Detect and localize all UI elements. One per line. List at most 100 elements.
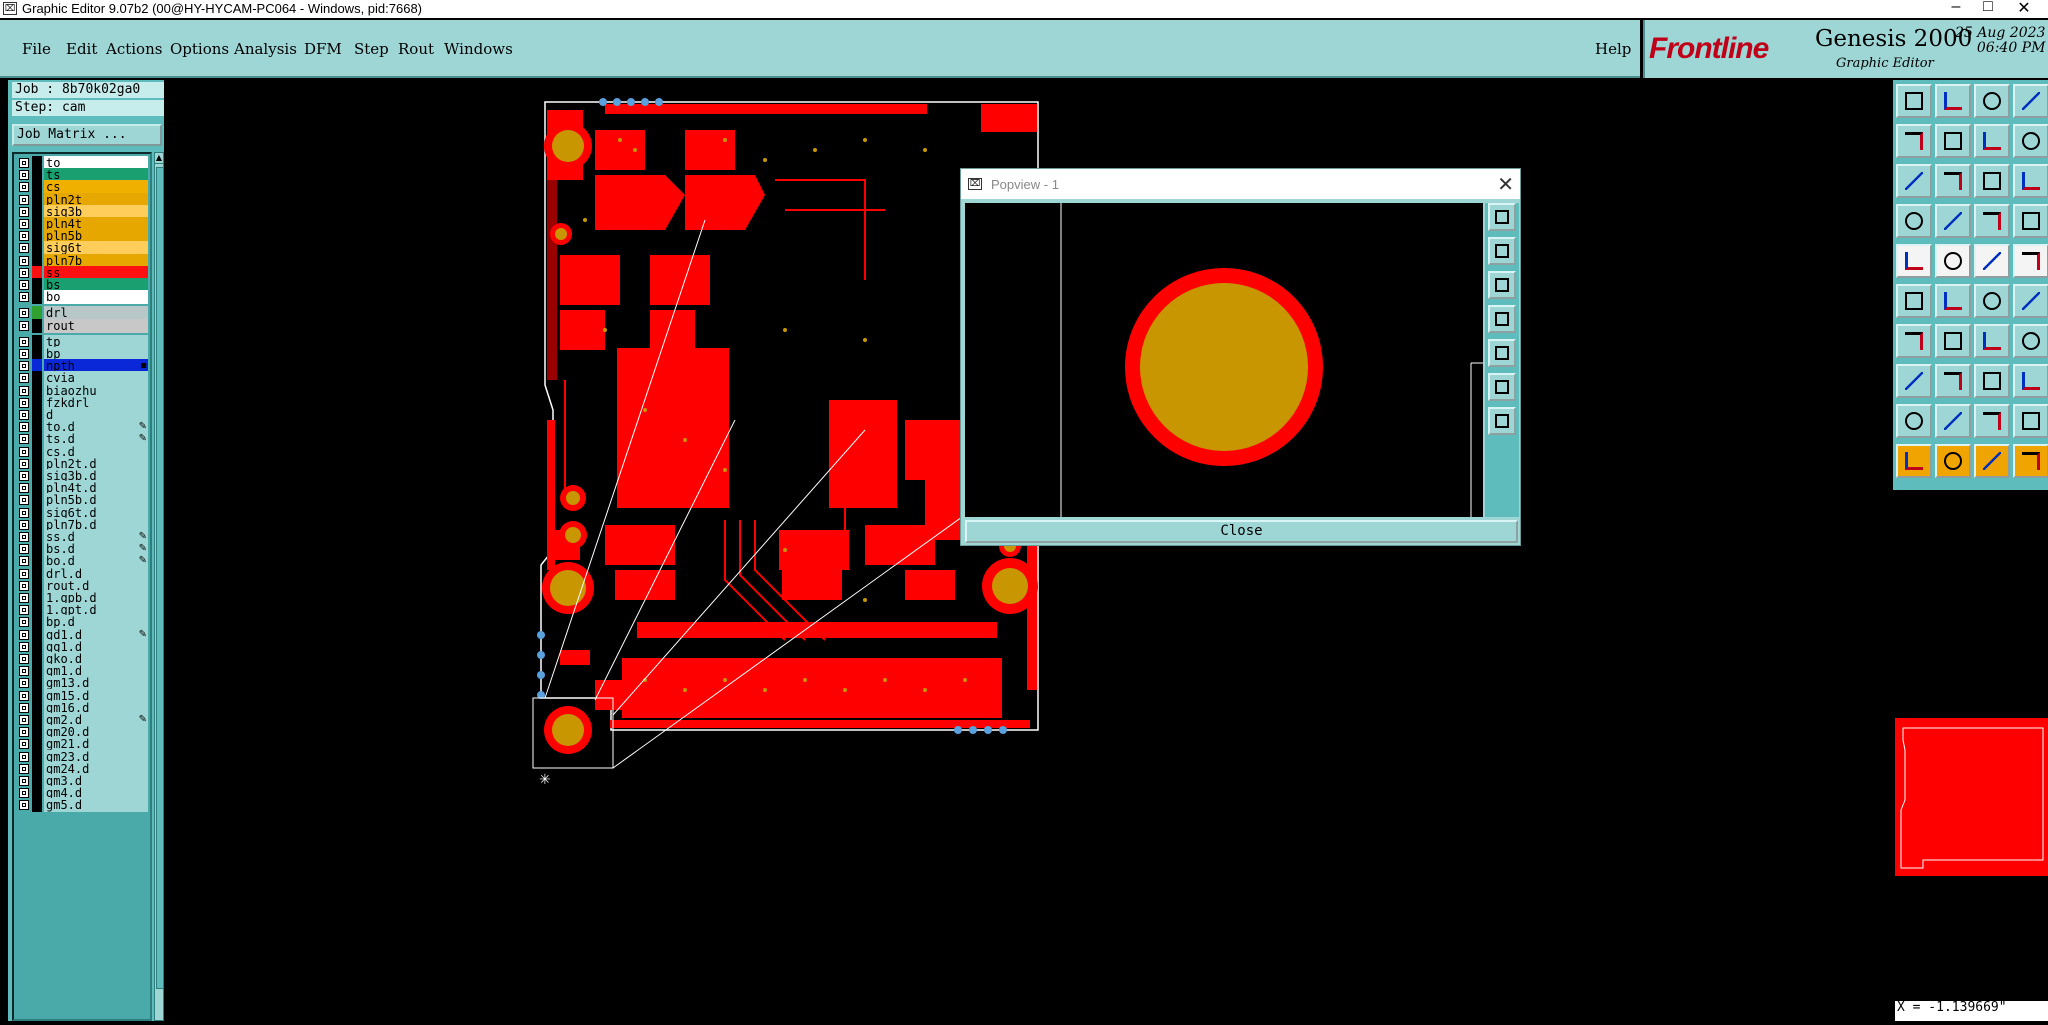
- layer-checkbox[interactable]: [19, 593, 29, 603]
- pan-right-tool[interactable]: [1935, 124, 1971, 158]
- layer-name[interactable]: rout: [44, 318, 148, 333]
- layer-checkbox[interactable]: [19, 715, 29, 725]
- layer-checkbox[interactable]: [19, 434, 29, 445]
- measure-tool[interactable]: [2013, 124, 2048, 158]
- layer-checkbox[interactable]: [19, 471, 29, 481]
- popview-tool-2[interactable]: [1488, 237, 1516, 265]
- help-tool[interactable]: [2013, 164, 2048, 198]
- home-tool[interactable]: [1974, 84, 2010, 118]
- layer-checkbox[interactable]: [19, 219, 29, 229]
- layer-checkbox[interactable]: [19, 373, 29, 384]
- popview-tool-6[interactable]: [1488, 373, 1516, 401]
- layer-checkbox[interactable]: [19, 568, 29, 579]
- layer-checkbox[interactable]: [19, 397, 29, 408]
- layer-checkbox[interactable]: [19, 751, 29, 762]
- layer-checkbox[interactable]: [19, 231, 29, 242]
- menu-dfm[interactable]: DFM: [304, 40, 342, 58]
- center-tool[interactable]: [1935, 164, 1971, 198]
- fit-tool[interactable]: [1896, 164, 1932, 198]
- point-tool[interactable]: [1896, 364, 1932, 398]
- link-tool[interactable]: [2013, 284, 2048, 318]
- layer-checkbox[interactable]: [19, 422, 29, 433]
- maximize-button[interactable]: □: [1976, 0, 2000, 16]
- cross-tool[interactable]: [1935, 284, 1971, 318]
- flip-tool[interactable]: [1974, 124, 2010, 158]
- layer-checkbox[interactable]: [19, 243, 29, 254]
- layer-checkbox[interactable]: [19, 267, 29, 278]
- layer-checkbox[interactable]: [19, 336, 29, 347]
- layer-checkbox[interactable]: [19, 532, 29, 542]
- minimize-button[interactable]: –: [1944, 0, 1968, 16]
- layer-checkbox[interactable]: [19, 788, 29, 799]
- layers-tool[interactable]: [1974, 204, 2010, 238]
- layer-checkbox[interactable]: [19, 320, 29, 331]
- apex-tool[interactable]: [1974, 404, 2010, 438]
- layer-checkbox[interactable]: [19, 194, 29, 205]
- menu-step[interactable]: Step: [354, 40, 389, 58]
- layer-checkbox[interactable]: [19, 739, 29, 750]
- layer-name[interactable]: bo: [44, 290, 148, 305]
- angle-tool[interactable]: [1896, 324, 1932, 358]
- layer-checkbox[interactable]: [19, 666, 29, 677]
- layer-checkbox[interactable]: [19, 641, 29, 652]
- layer-checkbox[interactable]: [19, 158, 29, 168]
- scroll-thumb[interactable]: [156, 167, 164, 989]
- menu-edit[interactable]: Edit: [66, 40, 97, 58]
- menu-options[interactable]: Options: [170, 40, 229, 58]
- layer-checkbox[interactable]: [19, 507, 29, 518]
- scale-tool[interactable]: [1974, 164, 2010, 198]
- menu-analysis[interactable]: Analysis: [234, 40, 297, 58]
- connect-tool[interactable]: [1896, 284, 1932, 318]
- menu-rout[interactable]: Rout: [398, 40, 434, 58]
- layer-checkbox[interactable]: [19, 605, 29, 616]
- stack-tool[interactable]: [2013, 204, 2048, 238]
- layer-checkbox[interactable]: [19, 255, 29, 266]
- layer-checkbox[interactable]: [19, 385, 29, 396]
- line-tool[interactable]: [1974, 244, 2010, 278]
- layer-checkbox[interactable]: [19, 800, 29, 811]
- zoom-in-tool[interactable]: [1896, 84, 1932, 118]
- scroll-up-icon[interactable]: ▲: [155, 153, 163, 164]
- layer-checkbox[interactable]: [19, 519, 29, 530]
- layer-checkbox[interactable]: [19, 495, 29, 506]
- pad-tool[interactable]: [1896, 244, 1932, 278]
- zoom-window-tool[interactable]: [2013, 84, 2048, 118]
- layer-name[interactable]: gm5.d: [44, 798, 148, 813]
- slash-tool[interactable]: [1935, 324, 1971, 358]
- layer-row[interactable]: gm5.d: [16, 798, 150, 813]
- layer-checkbox[interactable]: [19, 410, 29, 420]
- box-tool[interactable]: [1974, 364, 2010, 398]
- layer-checkbox[interactable]: [19, 678, 29, 689]
- layer-row[interactable]: bo: [16, 290, 150, 305]
- rotate-tool[interactable]: [1935, 244, 1971, 278]
- node-tool[interactable]: [1974, 284, 2010, 318]
- layer-checkbox[interactable]: [19, 483, 29, 494]
- layer-checkbox[interactable]: [19, 458, 29, 469]
- popview-tool-7[interactable]: [1488, 407, 1516, 435]
- layer-checkbox[interactable]: [19, 702, 29, 713]
- layer-checkbox[interactable]: [19, 446, 29, 457]
- layer-checkbox[interactable]: [19, 629, 29, 640]
- popview-tool-4[interactable]: [1488, 305, 1516, 333]
- layer-row[interactable]: rout: [16, 318, 150, 333]
- select-tool[interactable]: [1896, 444, 1932, 478]
- layer-checkbox[interactable]: [19, 654, 29, 664]
- menu-help[interactable]: Help: [1595, 40, 1631, 58]
- vertex-tool[interactable]: [1935, 404, 1971, 438]
- layer-list-scrollbar[interactable]: ▲: [154, 152, 164, 1021]
- snap-select-tool[interactable]: [1974, 444, 2010, 478]
- layer-checkbox[interactable]: [19, 556, 29, 567]
- popview-close-button[interactable]: Close: [965, 520, 1518, 543]
- layer-checkbox[interactable]: [19, 580, 29, 591]
- layer-checkbox[interactable]: [19, 182, 29, 193]
- layer-checkbox[interactable]: [19, 727, 29, 738]
- menu-file[interactable]: File: [22, 40, 51, 58]
- zoom-out-tool[interactable]: [1935, 84, 1971, 118]
- layer-checkbox[interactable]: [19, 292, 29, 303]
- popview-canvas[interactable]: [965, 203, 1483, 517]
- popview-close-icon[interactable]: ✕: [1497, 172, 1514, 197]
- menu-actions[interactable]: Actions: [106, 40, 162, 58]
- group-tool[interactable]: [2013, 364, 2048, 398]
- layer-checkbox[interactable]: [19, 349, 29, 359]
- close-window-button[interactable]: ✕: [2012, 0, 2036, 18]
